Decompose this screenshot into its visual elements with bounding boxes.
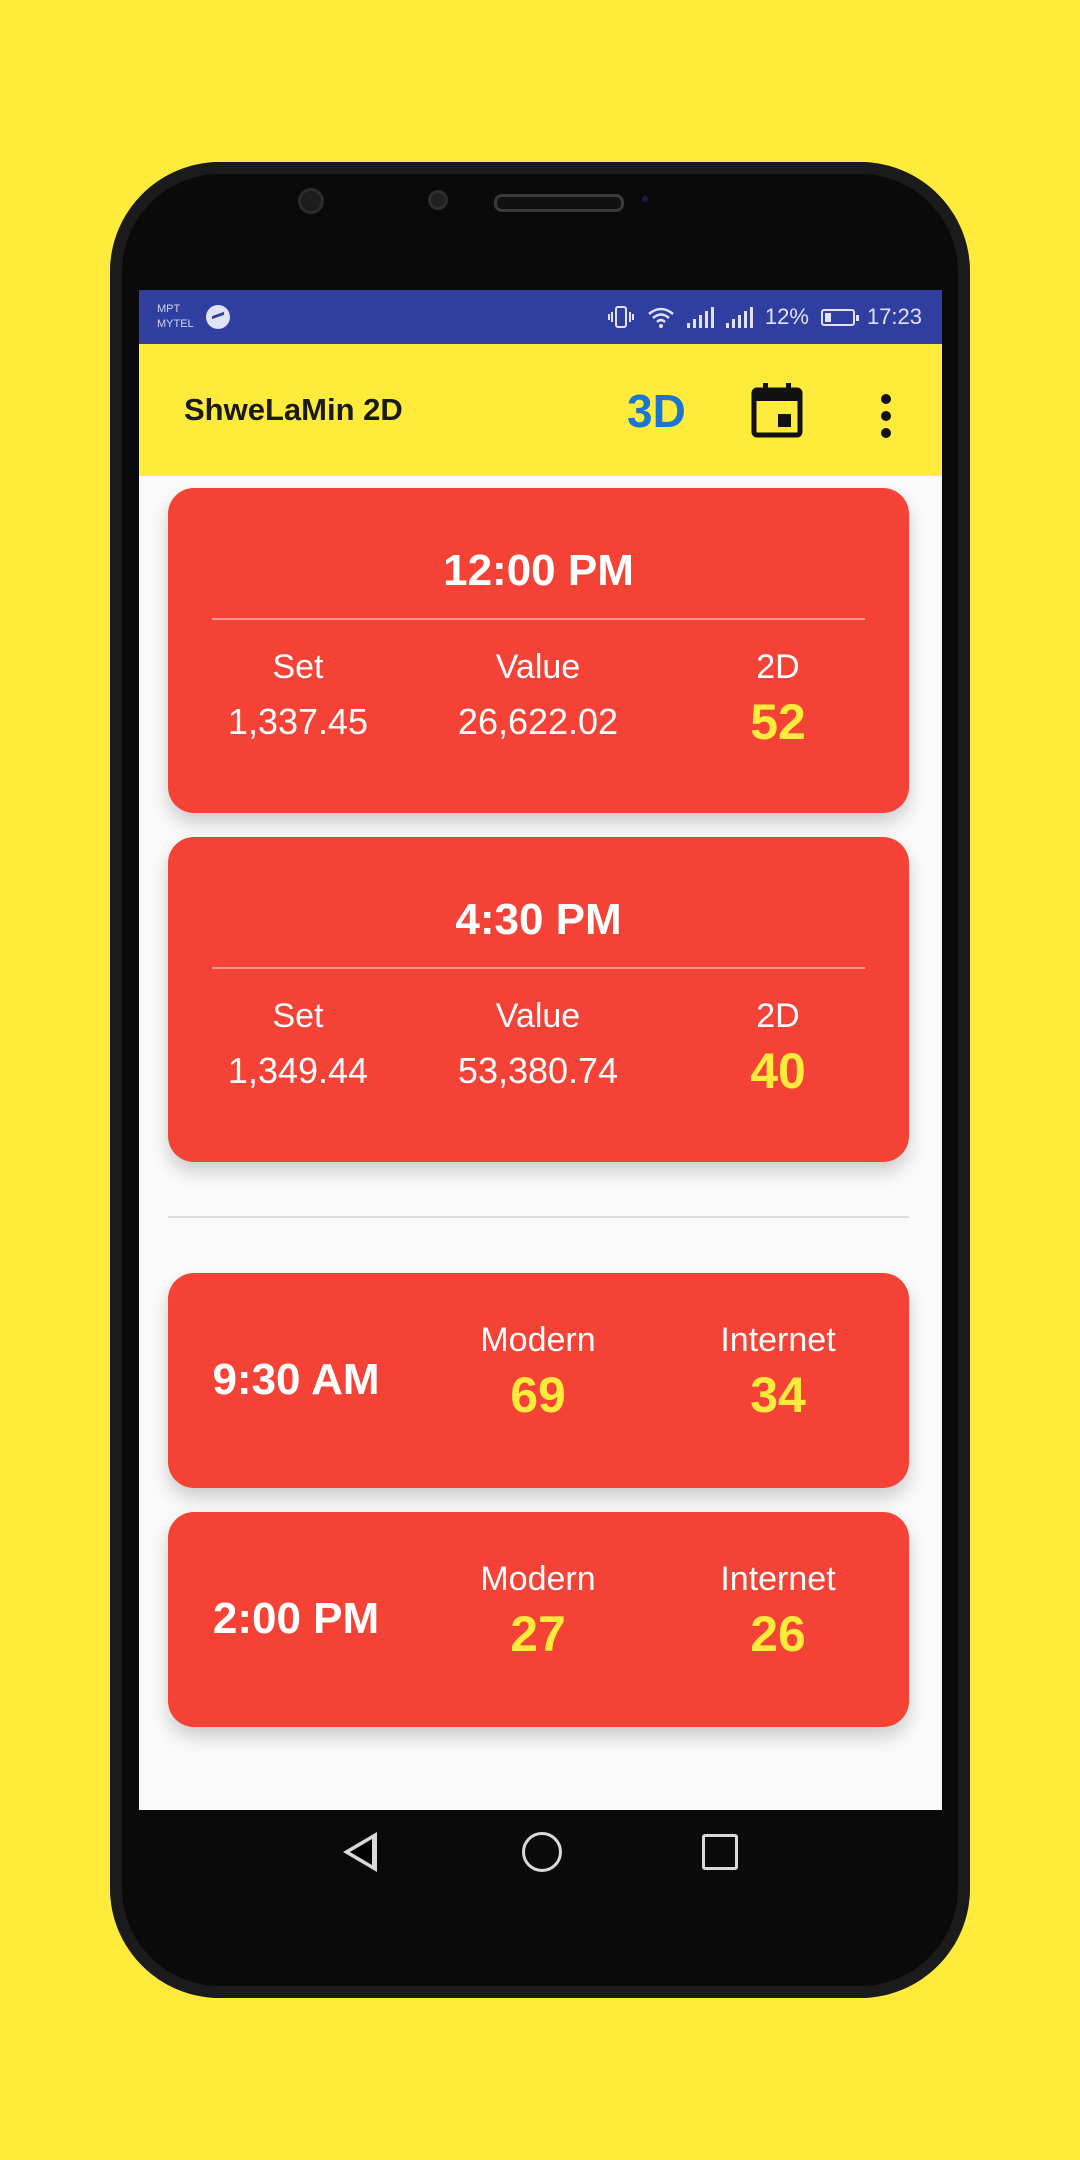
value-amount: 26,622.02 — [457, 701, 619, 742]
internet-number: 26 — [750, 1606, 806, 1662]
modern-number: 27 — [510, 1606, 566, 1662]
internet-number: 34 — [750, 1367, 806, 1423]
2d-number: 40 — [750, 1043, 806, 1099]
set-label: Set — [272, 997, 324, 1035]
earpiece-speaker — [494, 194, 624, 212]
sensor-icon — [428, 190, 448, 210]
status-right: 12% 17:23 — [607, 304, 922, 330]
vibrate-icon — [607, 306, 634, 328]
internet-column: Internet 26 — [658, 1560, 898, 1663]
3d-button[interactable]: 3D — [627, 384, 686, 438]
app-screen: MPT MYTEL 12% 17:23 ShweLaMin 2D 3D 12:0… — [139, 290, 942, 1810]
value-label: Value — [495, 648, 581, 686]
card-divider — [212, 967, 865, 969]
carrier-names: MPT MYTEL — [157, 302, 194, 332]
status-bar: MPT MYTEL 12% 17:23 — [139, 290, 942, 344]
section-divider — [168, 1216, 909, 1218]
modern-label: Modern — [480, 1560, 596, 1598]
value-label: Value — [495, 997, 581, 1035]
signal-icon-2 — [725, 306, 753, 328]
more-vert-icon[interactable] — [879, 394, 893, 438]
battery-percent: 12% — [764, 304, 809, 329]
navigation-bar — [139, 1810, 942, 1900]
result-time: 12:00 PM — [443, 546, 634, 595]
back-icon[interactable] — [343, 1832, 377, 1872]
value-column: Value 26,622.02 — [418, 648, 658, 743]
carrier-2: MYTEL — [157, 318, 194, 330]
2d-label: 2D — [756, 997, 800, 1035]
set-value: 1,349.44 — [227, 1050, 369, 1091]
set-label: Set — [272, 648, 324, 686]
modern-label: Modern — [480, 1321, 596, 1359]
app-bar: ShweLaMin 2D 3D — [139, 344, 942, 476]
carrier-1: MPT — [157, 303, 181, 315]
internet-column: Internet 34 — [658, 1321, 898, 1424]
front-camera-icon — [298, 188, 324, 214]
2d-column: 2D 40 — [658, 997, 898, 1100]
recent-apps-icon[interactable] — [702, 1834, 738, 1870]
2d-number: 52 — [750, 694, 806, 750]
signal-icon — [686, 306, 714, 328]
card-divider — [212, 618, 865, 620]
home-icon[interactable] — [522, 1832, 562, 1872]
value-column: Value 53,380.74 — [418, 997, 658, 1092]
session-time: 9:30 AM — [212, 1355, 380, 1404]
calendar-icon[interactable] — [751, 382, 803, 438]
internet-label: Internet — [720, 1321, 836, 1359]
session-time: 2:00 PM — [212, 1594, 380, 1643]
status-left: MPT MYTEL — [157, 302, 230, 332]
modern-internet-card: 9:30 AM Modern 69 Internet 34 — [168, 1273, 909, 1488]
status-time: 17:23 — [866, 304, 922, 329]
modern-internet-card: 2:00 PM Modern 27 Internet 26 — [168, 1512, 909, 1727]
set-column: Set 1,349.44 — [178, 997, 418, 1092]
proximity-sensor-icon — [642, 196, 648, 202]
set-value: 1,337.45 — [227, 701, 369, 742]
battery-icon — [820, 308, 859, 326]
messenger-icon — [205, 305, 230, 329]
result-card: 12:00 PM Set 1,337.45 Value 26,622.02 2D… — [168, 488, 909, 813]
result-card: 4:30 PM Set 1,349.44 Value 53,380.74 2D … — [168, 837, 909, 1162]
2d-column: 2D 52 — [658, 648, 898, 751]
wifi-icon — [648, 307, 674, 328]
internet-label: Internet — [720, 1560, 836, 1598]
app-title: ShweLaMin 2D — [184, 392, 403, 427]
modern-number: 69 — [510, 1367, 566, 1423]
result-time: 4:30 PM — [455, 895, 622, 944]
modern-column: Modern 27 — [418, 1560, 658, 1663]
2d-label: 2D — [756, 648, 800, 686]
set-column: Set 1,337.45 — [178, 648, 418, 743]
value-amount: 53,380.74 — [457, 1050, 619, 1091]
modern-column: Modern 69 — [418, 1321, 658, 1424]
